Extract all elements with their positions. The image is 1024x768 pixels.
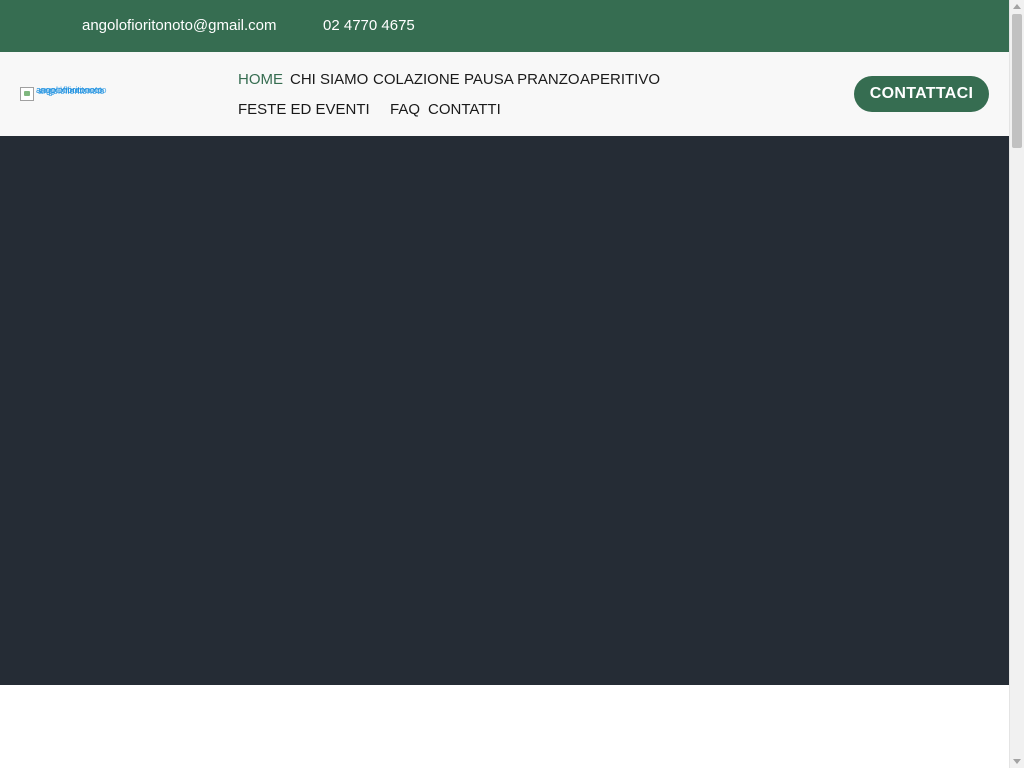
page-scrollbar[interactable] <box>1009 0 1024 768</box>
scroll-down-arrow-icon[interactable] <box>1013 759 1021 764</box>
nav-item-home[interactable]: HOME <box>238 71 283 88</box>
page: angolofioritonoto@gmail.com 02 4770 4675… <box>0 0 1009 768</box>
nav-item-aperitivo[interactable]: APERITIVO <box>580 71 660 88</box>
scroll-up-arrow-icon[interactable] <box>1013 4 1021 9</box>
contact-phone-link[interactable]: 02 4770 4675 <box>323 17 415 34</box>
nav-item-feste-ed-eventi[interactable]: FESTE ED EVENTI <box>238 101 370 118</box>
site-logo[interactable]: angolofioritonoto angolofioritonoto ango… <box>20 86 142 102</box>
nav-item-faq[interactable]: FAQ <box>390 101 420 118</box>
nav-item-colazione[interactable]: COLAZIONE <box>373 71 460 88</box>
nav-item-pausa-pranzo[interactable]: PAUSA PRANZO <box>464 71 580 88</box>
scrollbar-thumb[interactable] <box>1012 14 1022 148</box>
contact-email-link[interactable]: angolofioritonoto@gmail.com <box>82 17 277 34</box>
hero-section <box>0 136 1009 685</box>
contattaci-button[interactable]: CONTATTACI <box>854 76 989 112</box>
nav-item-chi-siamo[interactable]: CHI SIAMO <box>290 71 368 88</box>
logo-alt-text: angolofioritonoto <box>40 86 107 95</box>
site-header: angolofioritonoto angolofioritonoto ango… <box>0 52 1009 136</box>
broken-image-icon <box>20 87 34 101</box>
nav-item-contatti[interactable]: CONTATTI <box>428 101 501 118</box>
top-contact-bar: angolofioritonoto@gmail.com 02 4770 4675 <box>0 0 1009 52</box>
